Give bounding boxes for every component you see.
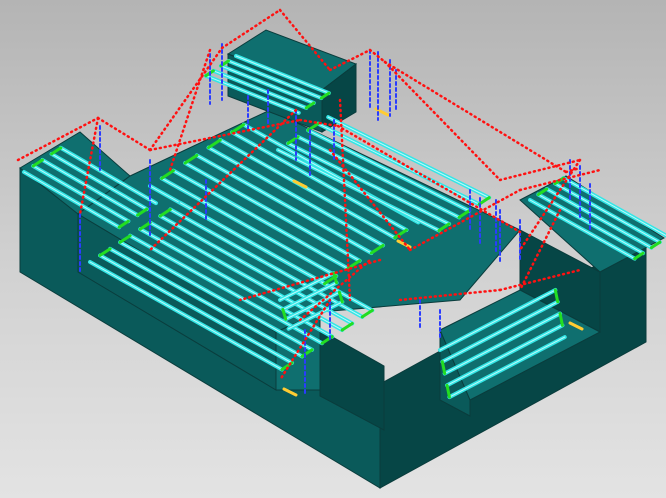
toolpath-rapid xyxy=(96,116,152,152)
cam-viewport[interactable] xyxy=(0,0,666,498)
toolpath-rapid xyxy=(148,46,224,152)
toolpath-stepover xyxy=(340,321,354,332)
toolpath-stepover xyxy=(360,308,374,319)
toolpath-scene[interactable] xyxy=(0,0,666,498)
workpiece-solid xyxy=(19,29,665,489)
